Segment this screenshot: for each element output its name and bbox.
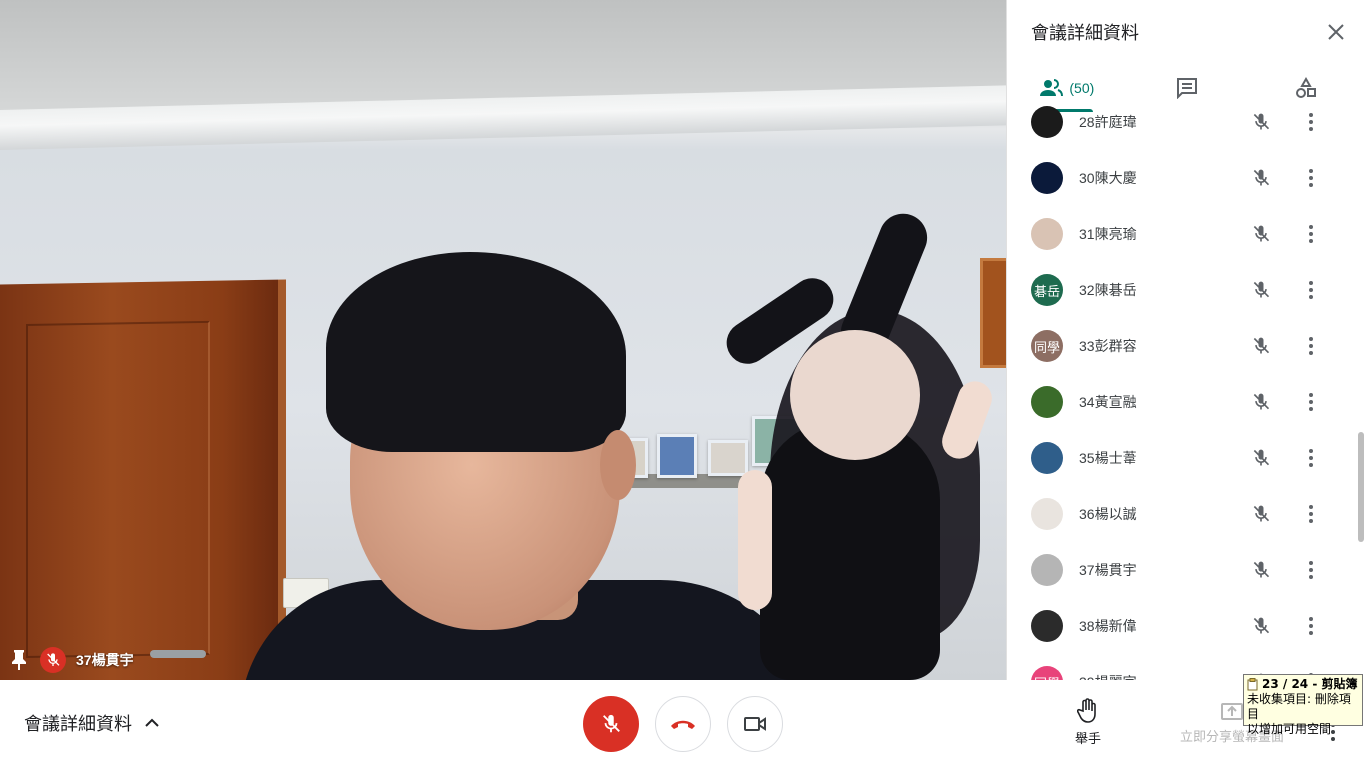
participant-list[interactable]: 28許庭瑋 30陳大慶 31陳亮瑜碁岳 32陳碁岳同學 33彭群容 34黃宣融 35楊士葦 3… [1007,94,1366,680]
more-vert-icon[interactable] [1299,446,1323,470]
more-vert-icon[interactable] [1299,558,1323,582]
participant-row[interactable]: 碁岳 32陳碁岳 [1007,262,1353,318]
avatar: 同學 [1031,666,1063,680]
present-screen-icon [1221,703,1243,720]
panel-title: 會議詳細資料 [1031,23,1139,43]
camera-toggle-button[interactable] [727,696,783,752]
meeting-details-button[interactable]: 會議詳細資料 [24,710,160,736]
figure-arm [738,470,772,610]
more-vert-icon[interactable] [1299,278,1323,302]
participant-name: 33彭群容 [1079,338,1137,354]
avatar [1031,106,1063,138]
mic-toggle-button[interactable] [583,696,639,752]
meeting-details-label: 會議詳細資料 [24,714,132,734]
mic-off-icon [40,647,66,673]
avatar [1031,610,1063,642]
avatar: 同學 [1031,330,1063,362]
more-vert-icon[interactable] [1299,222,1323,246]
participant-row[interactable]: 38楊新偉 [1007,598,1353,654]
participant-name: 34黃宣融 [1079,394,1137,410]
video-camera-icon [744,717,766,731]
avatar [1031,498,1063,530]
photo-frame [657,434,697,478]
video-participant-name: 37楊貫宇 [76,652,134,668]
participant-row[interactable]: 37楊貫宇 [1007,542,1353,598]
chevron-up-icon [145,718,159,727]
pin-icon[interactable] [8,648,30,672]
participant-name: 30陳大慶 [1079,170,1137,186]
main-video: 37楊貫宇 [0,0,1006,680]
mic-off-icon[interactable] [1249,502,1273,526]
door-handle [150,650,206,658]
mic-off-icon[interactable] [1249,334,1273,358]
more-vert-icon[interactable] [1299,334,1323,358]
photo-frame [708,440,748,476]
panel-header: 會議詳細資料 [1007,0,1366,64]
mic-off-icon[interactable] [1249,166,1273,190]
raise-hand-button[interactable]: 舉手 [1062,698,1114,747]
avatar [1031,386,1063,418]
participant-row[interactable]: 35楊士葦 [1007,430,1353,486]
mic-off-icon[interactable] [1249,222,1273,246]
wall-frame [980,258,1006,368]
participant-row[interactable]: 31陳亮瑜 [1007,206,1353,262]
mic-off-icon[interactable] [1249,614,1273,638]
person-hair [326,252,626,452]
bottom-toolbar: 會議詳細資料 舉手 立即分享螢幕畫面 [0,680,1366,768]
raise-hand-label: 舉手 [1074,731,1101,746]
mic-off-icon[interactable] [1249,558,1273,582]
avatar [1031,218,1063,250]
clipboard-line-2: 以增加可用空間 [1247,722,1332,736]
mic-off-icon[interactable] [1249,110,1273,134]
participant-name: 31陳亮瑜 [1079,226,1137,242]
mic-off-icon [603,714,620,733]
clipboard-tooltip: 23 / 24 - 剪貼簿 未收集項目: 刪除項目 以增加可用空間 [1243,674,1363,736]
person-ear [600,430,636,500]
hang-up-button[interactable] [655,696,711,752]
avatar [1031,162,1063,194]
more-vert-icon[interactable] [1299,614,1323,638]
participant-row[interactable]: 30陳大慶 [1007,150,1353,206]
clipboard-title: 23 / 24 - 剪貼簿 [1262,677,1358,691]
participant-name: 36楊以誠 [1079,506,1137,522]
clipboard-icon [1247,678,1258,691]
more-vert-icon[interactable] [1299,502,1323,526]
figure-head [790,330,920,460]
participant-name: 37楊貫宇 [1079,562,1137,578]
more-vert-icon[interactable] [1299,110,1323,134]
participant-name: 39楊麗宇 [1079,672,1137,680]
hang-up-icon [671,720,695,729]
participant-name: 35楊士葦 [1079,450,1137,466]
meeting-details-panel: 會議詳細資料 (50) 28許庭瑋 30陳大慶 31陳亮瑜 碁岳 32陳碁岳 同學 33彭群… [1006,0,1366,680]
mic-off-icon[interactable] [1249,390,1273,414]
mic-off-icon[interactable] [1249,446,1273,470]
video-name-tag: 37楊貫宇 [8,646,134,674]
participant-name: 32陳碁岳 [1079,282,1137,298]
participant-row[interactable]: 28許庭瑋 [1007,94,1353,150]
avatar: 碁岳 [1031,274,1063,306]
participant-row[interactable]: 34黃宣融 [1007,374,1353,430]
clipboard-line-1: 未收集項目: 刪除項目 [1247,692,1351,721]
more-vert-icon[interactable] [1299,390,1323,414]
door [0,279,286,680]
participant-name: 28許庭瑋 [1079,114,1137,130]
more-vert-icon[interactable] [1299,166,1323,190]
hand-icon [1077,698,1096,723]
mic-off-icon[interactable] [1249,278,1273,302]
participant-row[interactable]: 同學 33彭群容 [1007,318,1353,374]
participant-row[interactable]: 36楊以誠 [1007,486,1353,542]
scrollbar[interactable] [1358,432,1364,542]
clipboard-tooltip-header: 23 / 24 - 剪貼簿 [1247,677,1359,692]
close-icon[interactable] [1322,18,1350,46]
avatar [1031,554,1063,586]
participant-name: 38楊新偉 [1079,618,1137,634]
avatar [1031,442,1063,474]
